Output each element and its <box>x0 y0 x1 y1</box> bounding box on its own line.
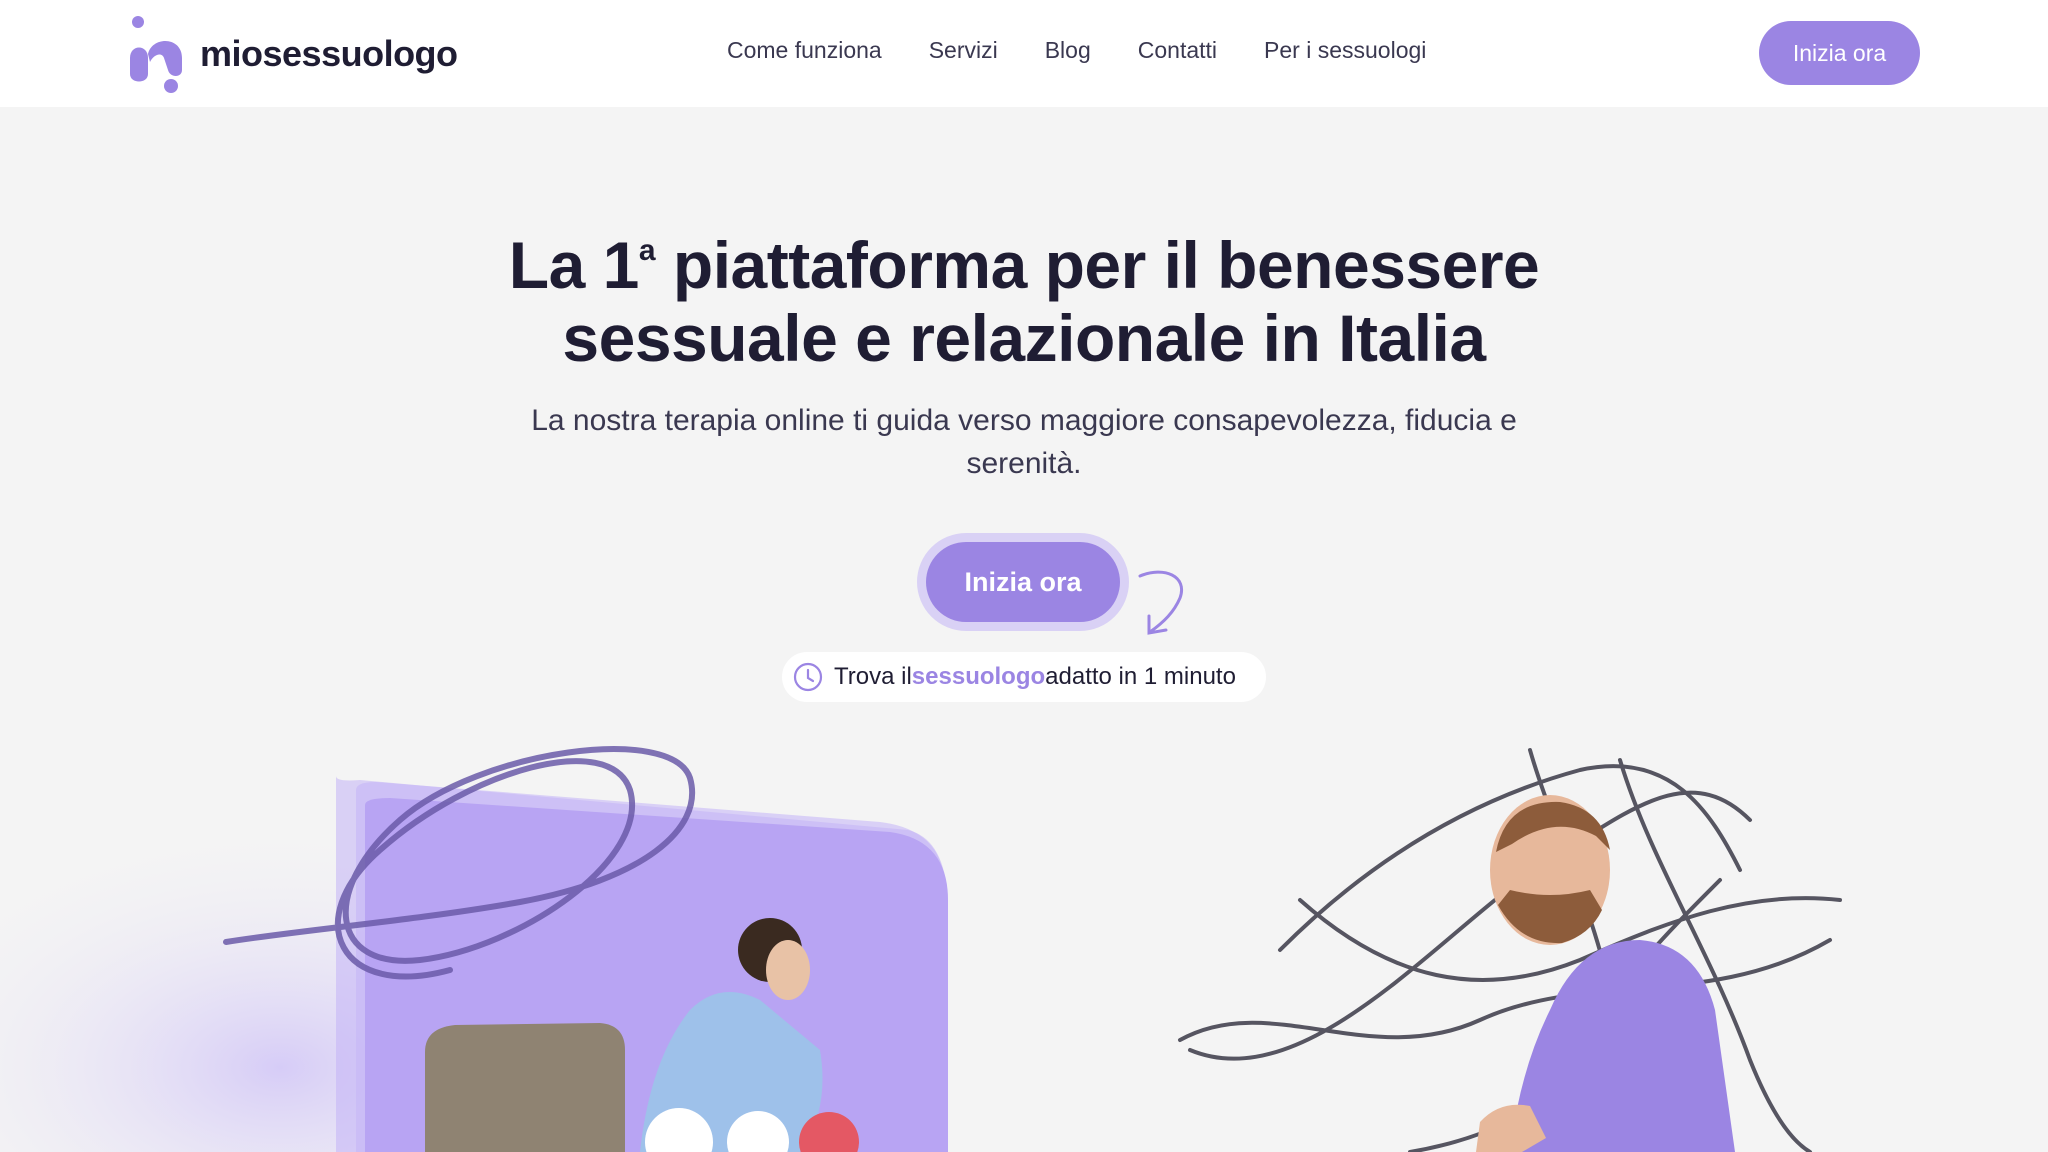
hero-title: La 1a piattaforma per il benessere sessu… <box>424 214 1624 375</box>
hero-title-part1: La 1 <box>508 228 640 302</box>
clock-icon <box>793 662 823 692</box>
client-illustration <box>0 730 948 1152</box>
curved-arrow-icon <box>1138 570 1184 635</box>
brand-name: miosessuologo <box>200 33 458 74</box>
hint-prefix: Trova il <box>834 663 912 690</box>
main-nav: Come funziona Servizi Blog Contatti Per … <box>727 30 1426 70</box>
match-hint-pill: Trova il sessuologo adatto in 1 minuto <box>782 652 1266 702</box>
site-header: miosessuologo Come funziona Servizi Blog… <box>0 0 2048 107</box>
therapist-illustration <box>1178 748 1842 1152</box>
brand-logo[interactable]: miosessuologo <box>126 14 458 94</box>
nav-item-contatti[interactable]: Contatti <box>1138 37 1217 64</box>
hero-subtitle: La nostra terapia online ti guida verso … <box>531 404 1517 480</box>
hero-title-part2: piattaforma per il benessere sessuale e … <box>562 228 1540 375</box>
nav-item-per-i-sessuologi[interactable]: Per i sessuologi <box>1264 37 1426 64</box>
logo-mark-icon <box>130 16 182 93</box>
nav-item-servizi[interactable]: Servizi <box>929 37 998 64</box>
hero-title-superscript: a <box>638 234 656 267</box>
hero-start-button[interactable]: Inizia ora <box>926 542 1120 622</box>
hint-suffix: adatto in 1 minuto <box>1045 663 1236 690</box>
header-start-button[interactable]: Inizia ora <box>1759 21 1920 85</box>
hint-highlight: sessuologo <box>911 663 1046 690</box>
nav-item-come-funziona[interactable]: Come funziona <box>727 37 882 64</box>
nav-item-blog[interactable]: Blog <box>1045 37 1091 64</box>
